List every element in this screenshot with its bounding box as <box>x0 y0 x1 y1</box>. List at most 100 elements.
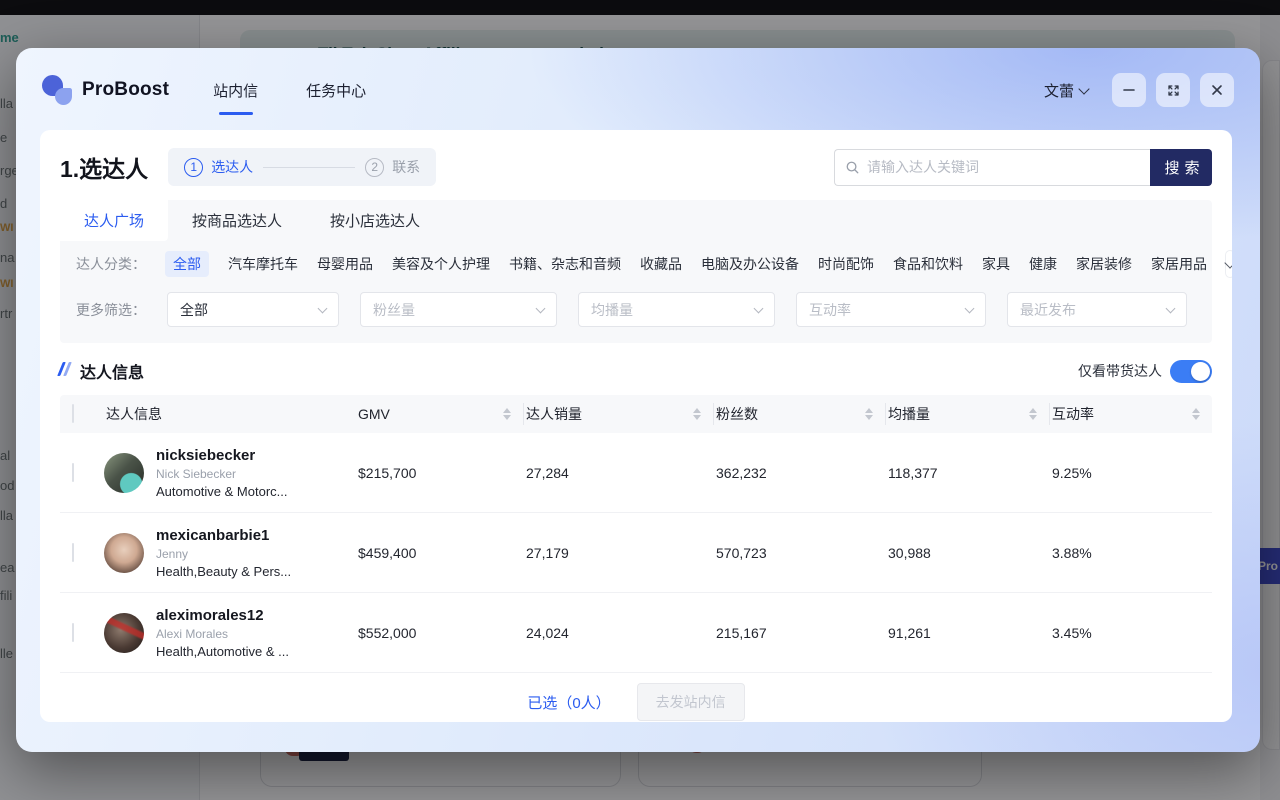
select-value: 全部 <box>180 300 208 320</box>
chevron-down-icon <box>536 303 546 313</box>
row-checkbox[interactable] <box>72 463 74 482</box>
category-item[interactable]: 书籍、杂志和音频 <box>509 254 621 274</box>
nav-item-messages[interactable]: 站内信 <box>211 72 260 109</box>
search-button[interactable]: 搜索 <box>1150 149 1212 186</box>
selected-count-text: 已选（0人） <box>527 692 610 713</box>
select-all-checkbox[interactable] <box>72 404 74 423</box>
tab-influencer-plaza[interactable]: 达人广场 <box>60 200 168 241</box>
influencer-realname: Jenny <box>156 547 291 561</box>
filter-content: 达人分类： 全部 汽车摩托车 母婴用品 美容及个人护理 书籍、杂志和音频 收藏品… <box>60 241 1212 343</box>
category-expand-button[interactable] <box>1226 251 1232 277</box>
gmv-value: $459,400 <box>356 545 524 561</box>
table-row: mexicanbarbie1 Jenny Health,Beauty & Per… <box>60 513 1212 593</box>
nav-item-task-center[interactable]: 任务中心 <box>304 72 368 109</box>
col-followers: 粉丝数 <box>716 404 758 424</box>
followers-value: 215,167 <box>714 625 886 641</box>
influencer-username: mexicanbarbie1 <box>156 527 291 544</box>
filter-select-recent[interactable]: 最近发布 <box>1007 292 1187 327</box>
step-select-influencer: 1 选达人 <box>184 157 253 177</box>
chevron-down-icon <box>1224 257 1232 268</box>
modal-header: ProBoost 站内信 任务中心 文蕾 <box>16 48 1260 132</box>
influencer-cell: mexicanbarbie1 Jenny Health,Beauty & Per… <box>104 527 356 579</box>
category-item[interactable]: 时尚配饰 <box>818 254 874 274</box>
header-right: 文蕾 <box>1044 73 1234 107</box>
stepper: 1 选达人 2 联系 <box>168 148 436 186</box>
tab-by-shop[interactable]: 按小店选达人 <box>306 200 444 241</box>
toggle-wrap: 仅看带货达人 <box>1078 360 1212 383</box>
category-item[interactable]: 美容及个人护理 <box>392 254 490 274</box>
tab-by-product[interactable]: 按商品选达人 <box>168 200 306 241</box>
sort-icon[interactable] <box>865 408 875 420</box>
chevron-down-icon <box>1078 83 1089 94</box>
modal-nav: 站内信 任务中心 <box>211 72 368 109</box>
user-name: 文蕾 <box>1044 80 1074 101</box>
influencer-cell: aleximorales12 Alexi Morales Health,Auto… <box>104 607 356 659</box>
sort-icon[interactable] <box>1192 408 1202 420</box>
avg-views-value: 118,377 <box>886 465 1050 481</box>
step-1-label: 选达人 <box>211 157 253 177</box>
row-checkbox[interactable] <box>72 543 74 562</box>
chevron-down-icon <box>754 303 764 313</box>
toggle-knob <box>1191 362 1210 381</box>
sort-icon[interactable] <box>503 408 513 420</box>
search-input[interactable] <box>867 159 1140 175</box>
category-item[interactable]: 母婴用品 <box>317 254 373 274</box>
followers-value: 362,232 <box>714 465 886 481</box>
step-2-label: 联系 <box>392 157 420 177</box>
screen: TikTok Shop Affiliate was upgraded Pro m… <box>0 0 1280 800</box>
send-message-button[interactable]: 去发站内信 <box>637 683 745 721</box>
user-menu[interactable]: 文蕾 <box>1044 80 1088 101</box>
avatar <box>104 453 144 493</box>
category-item[interactable]: 电脑及办公设备 <box>701 254 799 274</box>
category-row: 达人分类： 全部 汽车摩托车 母婴用品 美容及个人护理 书籍、杂志和音频 收藏品… <box>76 251 1196 277</box>
sort-icon[interactable] <box>693 408 703 420</box>
proboost-logo-icon <box>42 75 72 105</box>
col-engagement: 互动率 <box>1052 404 1094 424</box>
filter-select-followers[interactable]: 粉丝量 <box>360 292 557 327</box>
filter-select-engagement[interactable]: 互动率 <box>796 292 986 327</box>
filter-select-all[interactable]: 全部 <box>167 292 339 327</box>
col-avg-views: 均播量 <box>888 404 930 424</box>
gmv-value: $552,000 <box>356 625 524 641</box>
sales-value: 27,284 <box>524 465 714 481</box>
select-value: 粉丝量 <box>373 300 415 320</box>
category-item[interactable]: 汽车摩托车 <box>228 254 298 274</box>
influencer-username: aleximorales12 <box>156 607 289 624</box>
select-value: 最近发布 <box>1020 300 1076 320</box>
section-title: 达人信息 <box>80 359 144 383</box>
influencer-realname: Nick Siebecker <box>156 467 288 481</box>
category-item[interactable]: 家居用品 <box>1151 254 1207 274</box>
section-header: 达人信息 仅看带货达人 <box>60 359 1212 383</box>
category-all[interactable]: 全部 <box>165 251 209 277</box>
row-checkbox[interactable] <box>72 623 74 642</box>
search-icon <box>845 160 860 175</box>
engagement-value: 3.88% <box>1050 545 1212 561</box>
category-item[interactable]: 食品和饮料 <box>893 254 963 274</box>
maximize-button[interactable] <box>1156 73 1190 107</box>
title-row: 1.选达人 1 选达人 2 联系 <box>60 148 1212 186</box>
sales-value: 27,179 <box>524 545 714 561</box>
category-item[interactable]: 健康 <box>1029 254 1057 274</box>
brand-name: ProBoost <box>82 79 169 101</box>
only-sellers-toggle[interactable] <box>1170 360 1212 383</box>
gmv-value: $215,700 <box>356 465 524 481</box>
minimize-button[interactable] <box>1112 73 1146 107</box>
avg-views-value: 30,988 <box>886 545 1050 561</box>
table-header: 达人信息 GMV 达人销量 粉丝数 均播量 互动率 <box>60 395 1212 433</box>
close-button[interactable] <box>1200 73 1234 107</box>
step-contact: 2 联系 <box>365 157 420 177</box>
category-item[interactable]: 家居装修 <box>1076 254 1132 274</box>
page-title: 1.选达人 <box>60 150 148 184</box>
content-panel: 1.选达人 1 选达人 2 联系 <box>40 130 1232 722</box>
sort-icon[interactable] <box>1029 408 1039 420</box>
section-slashes-icon <box>60 362 72 381</box>
chevron-down-icon <box>1166 303 1176 313</box>
sales-value: 24,024 <box>524 625 714 641</box>
proboost-modal: ProBoost 站内信 任务中心 文蕾 <box>16 48 1260 752</box>
chevron-down-icon <box>965 303 975 313</box>
filter-select-avg-views[interactable]: 均播量 <box>578 292 775 327</box>
avatar <box>104 613 144 653</box>
tab-row: 达人广场 按商品选达人 按小店选达人 <box>60 200 1212 241</box>
category-item[interactable]: 家具 <box>982 254 1010 274</box>
category-item[interactable]: 收藏品 <box>640 254 682 274</box>
